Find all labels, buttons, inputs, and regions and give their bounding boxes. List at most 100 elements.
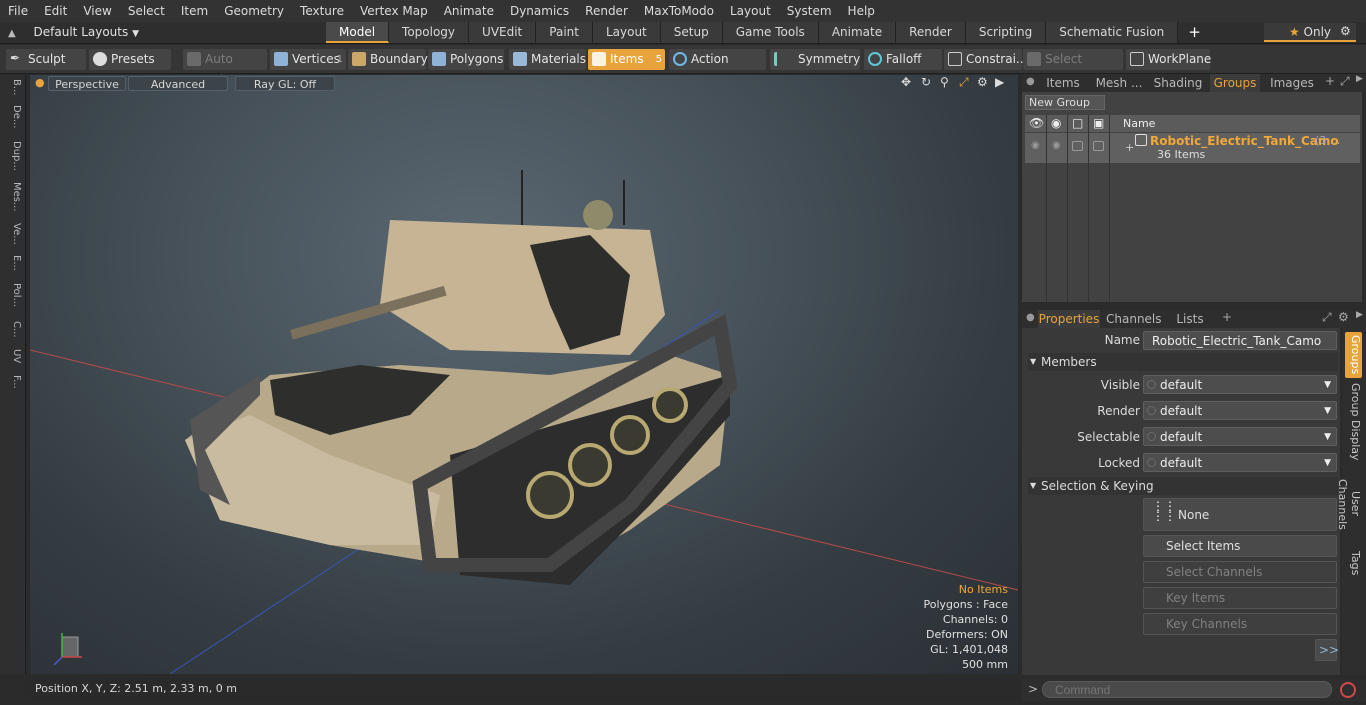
action-center-button[interactable]: Action Center xyxy=(669,49,766,87)
tab-animate[interactable]: Animate xyxy=(818,22,897,43)
render-icon[interactable]: ◉ xyxy=(1051,116,1061,130)
menu-render[interactable]: Render xyxy=(577,0,636,22)
row-render-icon[interactable]: ◉ xyxy=(1052,140,1061,151)
panel-arrow-icon[interactable]: ▶ xyxy=(1356,310,1363,320)
viewport-arrow-icon[interactable]: ▶ xyxy=(995,75,1004,89)
perspective-dropdown[interactable]: Perspective xyxy=(48,76,126,91)
materials-button[interactable]: Materials xyxy=(509,49,586,70)
tab-game-tools[interactable]: Game Tools xyxy=(722,22,819,43)
tab-topology[interactable]: Topology xyxy=(389,22,470,43)
left-tab-deform[interactable]: De... xyxy=(4,105,22,128)
locked-dropdown[interactable]: default ▼ xyxy=(1143,453,1337,472)
visible-dropdown[interactable]: default ▼ xyxy=(1143,375,1337,394)
tab-groups[interactable]: Groups xyxy=(1210,74,1260,92)
select-through-button[interactable]: Select Through xyxy=(1023,49,1123,87)
key-items-button[interactable]: Key Items xyxy=(1143,587,1337,609)
workplane-button[interactable]: WorkPlane xyxy=(1126,49,1211,70)
menu-view[interactable]: View xyxy=(75,0,119,22)
tab-model[interactable]: Model xyxy=(326,22,390,43)
menu-geometry[interactable]: Geometry xyxy=(216,0,292,22)
select-icon[interactable]: □ xyxy=(1072,116,1083,130)
tab-images[interactable]: Images xyxy=(1264,74,1320,92)
left-tab-fusion[interactable]: F... xyxy=(4,375,22,389)
render-dropdown[interactable]: default ▼ xyxy=(1143,401,1337,420)
falloff-button[interactable]: Falloff xyxy=(864,49,942,70)
add-tab-icon[interactable]: + xyxy=(1325,74,1335,88)
new-group-button[interactable]: New Group xyxy=(1025,95,1105,110)
left-tab-basic[interactable]: B... xyxy=(4,79,22,95)
command-input[interactable] xyxy=(1042,681,1332,698)
vtab-user-channels[interactable]: User Channels xyxy=(1336,466,1362,542)
left-tab-mesh-edit[interactable]: Mes... xyxy=(4,182,22,212)
raygl-dropdown[interactable]: Ray GL: Off xyxy=(235,76,335,91)
selection-keying-section[interactable]: ▼ Selection & Keying xyxy=(1028,477,1338,495)
vtab-group-display[interactable]: Group Display xyxy=(1345,382,1362,462)
menu-help[interactable]: Help xyxy=(840,0,883,22)
tab-schematic-fusion[interactable]: Schematic Fusion xyxy=(1046,22,1179,43)
more-button[interactable]: >> xyxy=(1315,639,1339,661)
tab-setup[interactable]: Setup xyxy=(660,22,723,43)
zoom-view-icon[interactable]: ⚲ xyxy=(940,75,949,89)
tab-layout[interactable]: Layout xyxy=(592,22,661,43)
maximize-view-icon[interactable]: ⤢ xyxy=(959,75,969,90)
expand-panel-icon[interactable]: ⤢ xyxy=(1340,74,1350,89)
tab-properties[interactable]: Properties xyxy=(1038,310,1100,328)
viewport-gear-icon[interactable]: ⚙ xyxy=(977,75,988,89)
sculpt-button[interactable]: ✒ Sculpt xyxy=(6,49,86,70)
add-tab-icon[interactable]: + xyxy=(1178,22,1211,43)
expand-panel-icon[interactable]: ⤢ xyxy=(1322,310,1332,325)
menu-system[interactable]: System xyxy=(779,0,840,22)
tab-shading[interactable]: Shading xyxy=(1150,74,1206,92)
vertices-button[interactable]: Vertices 1 xyxy=(270,49,346,70)
row-lock-icon[interactable] xyxy=(1093,141,1104,151)
menu-animate[interactable]: Animate xyxy=(436,0,502,22)
panel-dot-icon[interactable]: ● xyxy=(1026,76,1035,87)
polygons-button[interactable]: Polygons xyxy=(428,49,504,70)
3d-viewport[interactable]: ● Perspective Advanced Ray GL: Off ✥ ↻ ⚲… xyxy=(30,75,1018,674)
selectable-dropdown[interactable]: default ▼ xyxy=(1143,427,1337,446)
row-select-icon[interactable] xyxy=(1072,141,1083,151)
left-tab-duplicate[interactable]: Dup... xyxy=(4,141,22,171)
symmetry-button[interactable]: Symmetry xyxy=(770,49,860,70)
menu-maxtomodo[interactable]: MaxToModo xyxy=(636,0,722,22)
boundary-button[interactable]: Boundary xyxy=(348,49,428,70)
gear-icon[interactable]: ⚙ xyxy=(1340,24,1351,38)
move-view-icon[interactable]: ✥ xyxy=(901,75,911,89)
vtab-tags[interactable]: Tags xyxy=(1345,548,1362,578)
menu-select[interactable]: Select xyxy=(120,0,173,22)
panel-dot-icon[interactable]: ● xyxy=(1026,312,1035,323)
rotate-view-icon[interactable]: ↻ xyxy=(921,75,931,89)
eye-icon[interactable]: 👁 xyxy=(1029,116,1044,130)
tab-mesh[interactable]: Mesh ... xyxy=(1090,74,1148,92)
left-tab-uv[interactable]: UV xyxy=(4,349,22,363)
none-button[interactable]: ⋮⋮ ⋮⋮ None xyxy=(1143,498,1337,531)
name-column-header[interactable]: Name xyxy=(1123,115,1155,132)
name-field[interactable]: Robotic_Electric_Tank_Camo (38) xyxy=(1143,331,1337,366)
vtab-groups[interactable]: Groups xyxy=(1345,332,1362,378)
presets-button[interactable]: Presets xyxy=(89,49,171,70)
tab-paint[interactable]: Paint xyxy=(536,22,593,43)
tab-lists[interactable]: Lists xyxy=(1170,310,1210,328)
left-tab-vertex[interactable]: Ve... xyxy=(4,223,22,245)
constraints-button[interactable]: Constrai... xyxy=(944,49,1027,70)
left-tab-curve[interactable]: C... xyxy=(4,321,22,338)
tab-render[interactable]: Render xyxy=(896,22,966,43)
tab-uvedit[interactable]: UVEdit xyxy=(469,22,537,43)
row-eye-icon[interactable]: ◉ xyxy=(1031,140,1040,151)
viewport-menu-dot-icon[interactable]: ● xyxy=(35,76,45,89)
menu-layout[interactable]: Layout xyxy=(722,0,779,22)
expand-icon[interactable]: + xyxy=(1125,141,1134,154)
group-row[interactable]: ◉ ◉ + Robotic_Electric_Tank_Camo (3 ... … xyxy=(1025,133,1360,163)
menu-dynamics[interactable]: Dynamics xyxy=(502,0,577,22)
left-tab-edge[interactable]: E... xyxy=(4,255,22,271)
menu-file[interactable]: File xyxy=(0,0,36,22)
tab-items[interactable]: Items xyxy=(1038,74,1088,92)
tab-channels[interactable]: Channels xyxy=(1106,310,1162,328)
tab-scripting[interactable]: Scripting xyxy=(965,22,1047,43)
select-channels-button[interactable]: Select Channels xyxy=(1143,561,1337,583)
properties-gear-icon[interactable]: ⚙ xyxy=(1338,310,1349,324)
panel-arrow-icon[interactable]: ▶ xyxy=(1356,74,1363,84)
menu-item[interactable]: Item xyxy=(173,0,216,22)
add-tab-icon[interactable]: + xyxy=(1222,310,1232,324)
layout-dropdown[interactable]: ▲ Default Layouts ▼ xyxy=(8,22,139,45)
